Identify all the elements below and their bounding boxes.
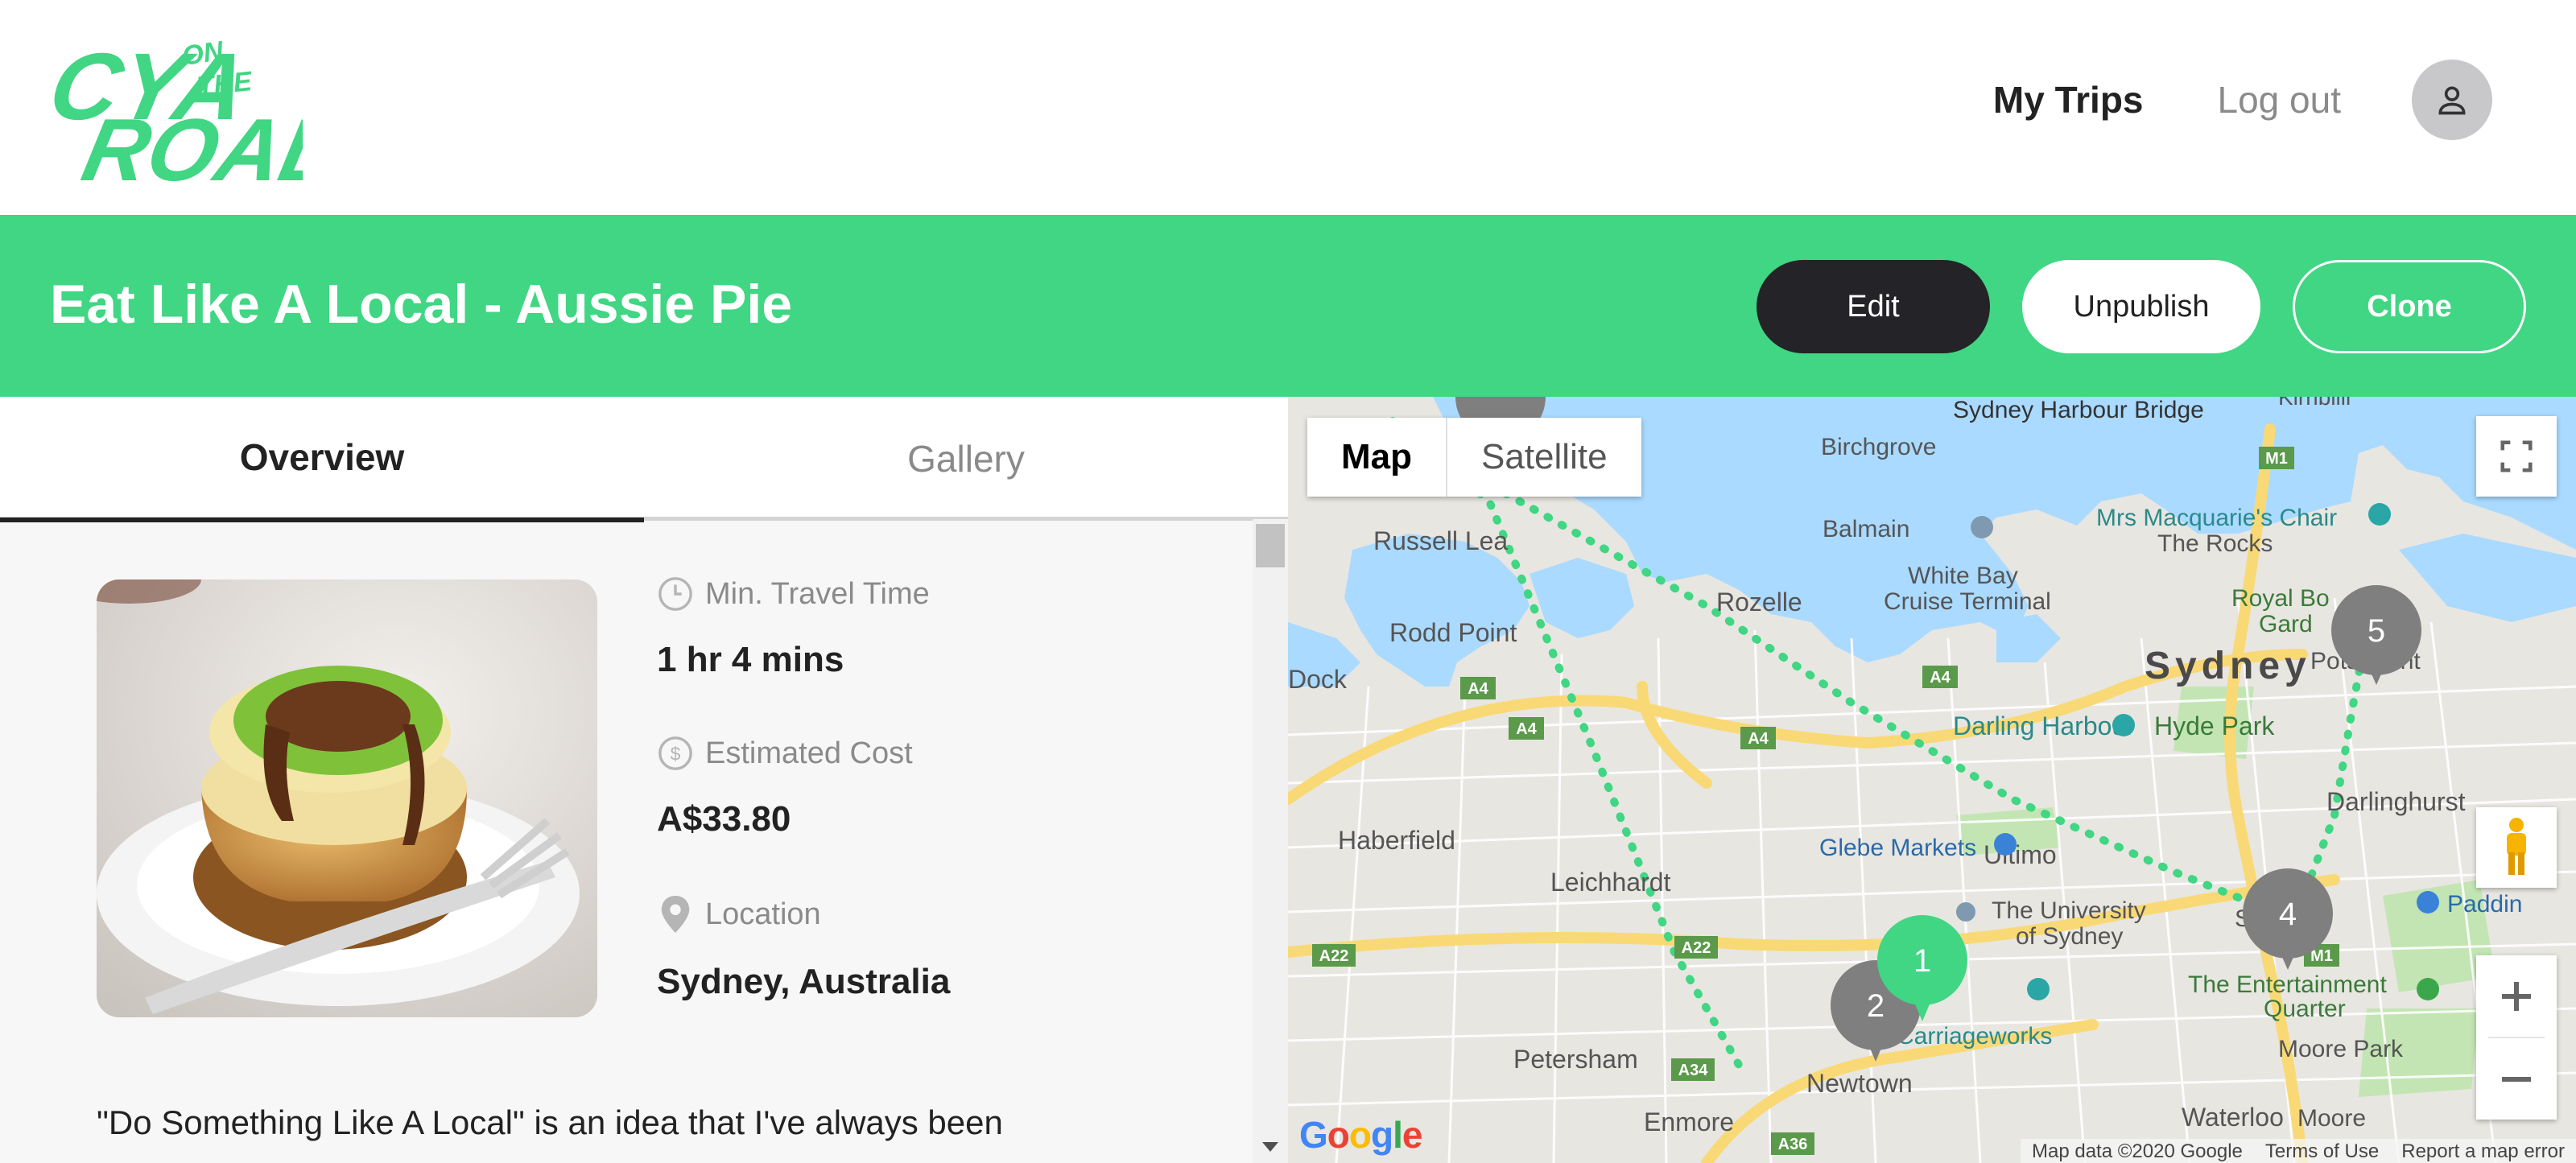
google-logo[interactable]: Google bbox=[1299, 1113, 1422, 1157]
dollar-icon: $ bbox=[658, 736, 692, 770]
tab-bar: Overview Gallery bbox=[0, 397, 1288, 522]
scrollbar[interactable] bbox=[1253, 519, 1288, 1163]
travel-time-label: Min. Travel Time bbox=[705, 576, 930, 611]
marker-5[interactable]: 5 bbox=[2331, 585, 2421, 685]
trip-cover-image bbox=[97, 579, 597, 1017]
unpublish-button[interactable]: Unpublish bbox=[2022, 260, 2260, 353]
location-pin-icon bbox=[661, 896, 690, 933]
edit-button[interactable]: Edit bbox=[1757, 260, 1990, 353]
plus-icon bbox=[2502, 981, 2531, 1011]
user-avatar[interactable] bbox=[2412, 60, 2492, 140]
marker-1-label: 1 bbox=[1913, 943, 1931, 979]
map-type-satellite-button[interactable]: Satellite bbox=[1447, 418, 1641, 497]
trip-title: Eat Like A Local - Aussie Pie bbox=[50, 274, 793, 335]
marker-2-label: 2 bbox=[1867, 988, 1885, 1024]
map-markers[interactable]: 5 4 2 1 bbox=[1288, 397, 2576, 1163]
fullscreen-button[interactable] bbox=[2476, 416, 2557, 497]
map-attribution: Map data ©2020 Google Terms of Use Repor… bbox=[2021, 1139, 2576, 1163]
map-type-map-button[interactable]: Map bbox=[1307, 418, 1447, 497]
minus-icon bbox=[2502, 1076, 2531, 1082]
map-data-text: Map data ©2020 Google bbox=[2032, 1140, 2243, 1162]
marker-5-label: 5 bbox=[2368, 613, 2385, 649]
clock-icon bbox=[658, 577, 692, 611]
fullscreen-icon bbox=[2500, 440, 2533, 472]
cost-value: A$33.80 bbox=[657, 799, 791, 839]
cost-block: $ Estimated Cost A$33.80 bbox=[657, 735, 913, 839]
cya-logo[interactable]: CYA ON THE ROAD bbox=[40, 34, 356, 200]
tab-gallery[interactable]: Gallery bbox=[644, 397, 1288, 521]
nav-my-trips[interactable]: My Trips bbox=[1993, 78, 2144, 122]
marker-4-label: 4 bbox=[2279, 897, 2297, 932]
travel-time-value: 1 hr 4 mins bbox=[657, 640, 844, 679]
trip-map[interactable]: Sydney Harbour Bridge Kirribilli Birchgr… bbox=[1288, 397, 2576, 1163]
street-view-pegman[interactable] bbox=[2476, 807, 2557, 888]
trip-details-panel: Overview Gallery Min. Travel Time 1 hr 4… bbox=[0, 397, 1288, 1163]
top-nav: CYA ON THE ROAD My Trips Log out bbox=[0, 0, 2576, 215]
location-block: Location Sydney, Australia bbox=[657, 894, 950, 1002]
travel-time-block: Min. Travel Time 1 hr 4 mins bbox=[657, 575, 930, 680]
report-map-error-link[interactable]: Report a map error bbox=[2390, 1139, 2576, 1163]
svg-text:ROAD: ROAD bbox=[75, 100, 303, 188]
scroll-down-icon[interactable] bbox=[1262, 1142, 1278, 1152]
trip-description: "Do Something Like A Local" is an idea t… bbox=[97, 1103, 1003, 1141]
svg-text:ON: ON bbox=[180, 35, 226, 72]
map-type-control: Map Satellite bbox=[1307, 418, 1641, 497]
location-value: Sydney, Australia bbox=[657, 962, 951, 1001]
nav-links: My Trips Log out bbox=[1993, 53, 2492, 146]
location-label: Location bbox=[705, 897, 821, 931]
nav-log-out[interactable]: Log out bbox=[2218, 78, 2341, 122]
trip-banner: Eat Like A Local - Aussie Pie Edit Unpub… bbox=[0, 215, 2576, 397]
user-icon bbox=[2438, 86, 2466, 115]
zoom-out-button[interactable] bbox=[2476, 1038, 2557, 1120]
scrollbar-thumb[interactable] bbox=[1256, 524, 1285, 567]
zoom-control bbox=[2476, 955, 2557, 1120]
pegman-icon bbox=[2507, 818, 2526, 875]
svg-text:THE: THE bbox=[196, 66, 254, 102]
marker-4[interactable]: 4 bbox=[2243, 868, 2333, 970]
cost-label: Estimated Cost bbox=[705, 736, 913, 770]
zoom-in-button[interactable] bbox=[2476, 955, 2557, 1037]
tab-overview[interactable]: Overview bbox=[0, 397, 644, 522]
clone-button[interactable]: Clone bbox=[2293, 260, 2526, 353]
svg-text:$: $ bbox=[671, 744, 681, 765]
terms-link[interactable]: Terms of Use bbox=[2254, 1139, 2390, 1163]
